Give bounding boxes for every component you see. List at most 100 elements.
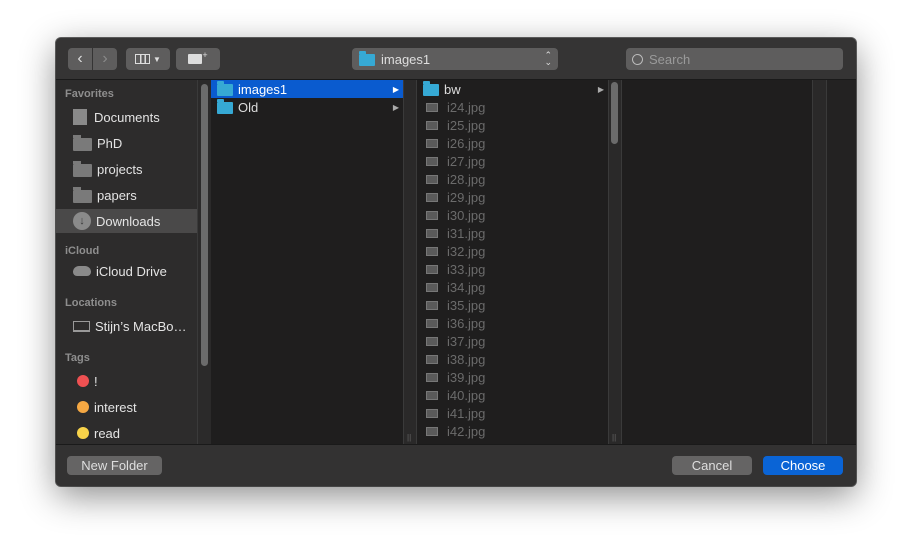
image-file-icon [426,138,438,148]
sidebar-item-label: ! [94,373,98,389]
item-name: i37.jpg [447,333,486,349]
column-2-scrollbar[interactable]: || [608,80,622,444]
list-item[interactable]: i30.jpg [417,206,608,224]
chevron-left-icon: ‹ [77,50,83,67]
list-item[interactable]: i41.jpg [417,404,608,422]
list-item[interactable]: i39.jpg [417,368,608,386]
item-name: i32.jpg [447,243,486,259]
section-favorites: Favorites [65,88,114,100]
back-button[interactable]: ‹ [68,48,92,70]
sidebar-item-label: interest [94,399,137,415]
list-item[interactable]: i32.jpg [417,242,608,260]
path-popup[interactable]: images1 ⌃ ⌄ [352,48,558,70]
chevron-down-icon: ▼ [153,54,161,64]
image-file-icon [426,246,438,256]
file-chooser-dialog: ‹ › ▼ + images1 ⌃ ⌄ Search Favorites Docu… [56,38,856,486]
item-name: i31.jpg [447,225,486,241]
sidebar-item-downloads[interactable]: ↓ Downloads [56,209,197,233]
search-placeholder: Search [649,51,691,67]
image-file-icon [426,174,438,184]
sidebar: Favorites Documents PhD projects papers … [56,80,197,444]
item-name: bw [444,81,461,97]
sidebar-tag-interest[interactable]: interest [56,395,197,419]
image-file-icon [426,228,438,238]
sidebar-tag-read[interactable]: read [56,421,197,445]
choose-button[interactable]: Choose [763,456,843,475]
scroll-thumb[interactable] [201,84,208,366]
column-resize-handle[interactable] [812,80,827,444]
item-name: i28.jpg [447,171,486,187]
section-locations: Locations [65,297,117,309]
chevron-right-icon: › [102,50,108,67]
sidebar-item-documents[interactable]: Documents [56,105,197,129]
list-item-images1[interactable]: images1 ▶ [211,80,403,98]
column-1: images1 ▶ Old ▶ [211,80,403,444]
image-file-icon [426,372,438,382]
item-name: i40.jpg [447,387,486,403]
new-folder-button[interactable]: New Folder [67,456,162,475]
list-item[interactable]: i33.jpg [417,260,608,278]
list-item[interactable]: i37.jpg [417,332,608,350]
list-item[interactable]: i35.jpg [417,296,608,314]
cancel-button[interactable]: Cancel [672,456,752,475]
column-empty [827,80,856,444]
list-item-old[interactable]: Old ▶ [211,98,403,116]
folder-icon [73,134,92,151]
scroll-thumb[interactable] [611,82,618,144]
image-file-icon [426,210,438,220]
image-file-icon [426,300,438,310]
item-name: i41.jpg [447,405,486,421]
sidebar-item-phd[interactable]: PhD [56,131,197,155]
list-item[interactable]: i27.jpg [417,152,608,170]
sidebar-scrollbar[interactable] [197,80,211,444]
section-tags: Tags [65,352,90,364]
image-file-icon [426,120,438,130]
list-item[interactable]: i24.jpg [417,98,608,116]
folder-icon [217,81,233,96]
list-item[interactable]: i40.jpg [417,386,608,404]
list-item[interactable]: i31.jpg [417,224,608,242]
new-folder-toolbar-button[interactable]: + [176,48,220,70]
sidebar-tag-exclamation[interactable]: ! [56,369,197,393]
tag-dot-icon [77,401,89,413]
document-icon [73,109,87,125]
path-label: images1 [381,51,431,67]
folder-icon [423,81,439,96]
item-name: i33.jpg [447,261,486,277]
view-mode-button[interactable]: ▼ [126,48,170,70]
list-item[interactable]: i25.jpg [417,116,608,134]
list-item[interactable]: i42.jpg [417,422,608,440]
list-item[interactable]: i26.jpg [417,134,608,152]
laptop-icon [73,320,90,332]
image-file-icon [426,282,438,292]
list-item[interactable]: i28.jpg [417,170,608,188]
list-item[interactable]: i29.jpg [417,188,608,206]
sidebar-item-projects[interactable]: projects [56,157,197,181]
list-item[interactable]: i38.jpg [417,350,608,368]
disclosure-arrow-icon: ▶ [392,84,399,94]
item-name: i24.jpg [447,99,486,115]
image-file-icon [426,390,438,400]
list-item[interactable]: i36.jpg [417,314,608,332]
sidebar-item-papers[interactable]: papers [56,183,197,207]
forward-button[interactable]: › [93,48,117,70]
sidebar-item-label: iCloud Drive [96,263,167,279]
column-resize-handle[interactable]: || [403,80,417,444]
image-file-icon [426,192,438,202]
item-name: i29.jpg [447,189,486,205]
sidebar-item-label: Documents [94,109,160,125]
bottom-bar: New Folder Cancel Choose [56,444,856,486]
image-file-icon [426,264,438,274]
search-input[interactable]: Search [626,48,843,70]
sidebar-item-label: projects [97,161,143,177]
section-icloud: iCloud [65,245,100,257]
download-icon: ↓ [73,212,91,230]
image-file-icon [426,102,438,112]
item-name: i25.jpg [447,117,486,133]
sidebar-item-macbook[interactable]: Stijn’s MacBo… [56,314,197,338]
list-item[interactable]: bw ▶ [417,80,608,98]
sidebar-item-icloud-drive[interactable]: iCloud Drive [56,259,197,283]
list-item[interactable]: i34.jpg [417,278,608,296]
item-name: i34.jpg [447,279,486,295]
image-file-icon [426,336,438,346]
